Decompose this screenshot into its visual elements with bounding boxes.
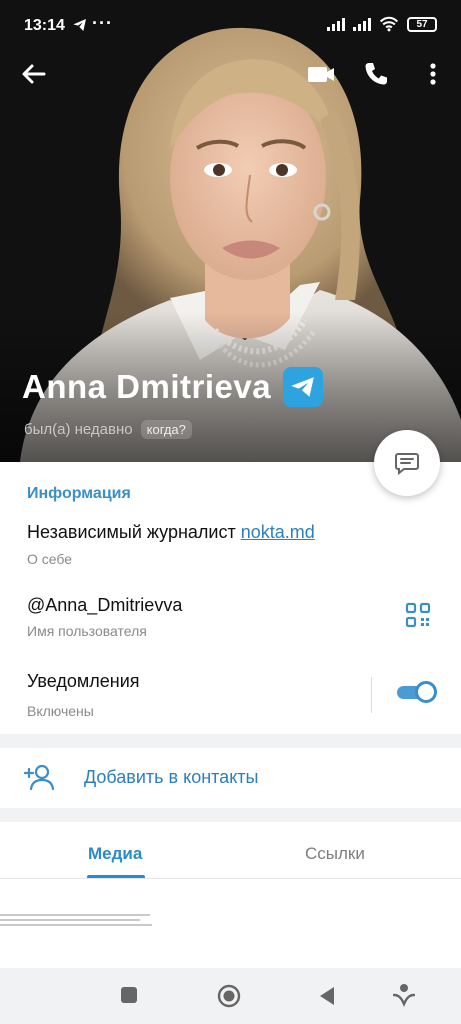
- add-contact-button[interactable]: Добавить в контакты: [0, 748, 461, 808]
- status-bar: 13:14 ··· 57: [0, 0, 461, 52]
- last-seen-text: был(а) недавно: [24, 421, 133, 438]
- assistant-button[interactable]: [392, 983, 416, 1012]
- toggle-knob: [415, 681, 437, 703]
- bio-label: Независимый журналист: [27, 522, 241, 542]
- more-vertical-icon: [430, 63, 436, 85]
- notifications-label[interactable]: Уведомления: [27, 671, 140, 692]
- notifications-state: Включены: [27, 703, 94, 719]
- tab-links[interactable]: Ссылки: [305, 844, 365, 864]
- profile-header: 13:14 ··· 57 Anna Dmitrieva был(а) недав…: [0, 0, 461, 462]
- square-icon: [121, 987, 137, 1003]
- telegram-notification-icon: [72, 17, 88, 38]
- profile-name-row: Anna Dmitrieva: [22, 367, 324, 407]
- triangle-back-icon: [320, 987, 334, 1005]
- profile-name: Anna Dmitrieva: [22, 368, 272, 405]
- more-menu-button[interactable]: [417, 58, 449, 90]
- bio-text: Независимый журналист nokta.md: [27, 522, 315, 543]
- home-circle-icon: [217, 984, 241, 1008]
- top-action-bar: [0, 52, 461, 96]
- tab-media[interactable]: Медиа: [88, 844, 142, 864]
- signal-icon: [327, 17, 345, 31]
- video-call-button[interactable]: [305, 58, 337, 90]
- wifi-icon: [379, 16, 399, 32]
- blurred-content: [0, 914, 155, 932]
- media-tabs: Медиа Ссылки: [0, 822, 461, 968]
- qr-code-icon: [405, 602, 431, 628]
- username-caption: Имя пользователя: [27, 623, 147, 639]
- bio-link[interactable]: nokta.md: [241, 522, 315, 542]
- chat-icon: [395, 453, 419, 476]
- back-nav-button[interactable]: [318, 986, 336, 1011]
- back-button[interactable]: [18, 58, 50, 90]
- clock: 13:14: [24, 17, 65, 34]
- video-camera-icon: [308, 67, 334, 82]
- username-value[interactable]: @Anna_Dmitrievva: [27, 595, 182, 616]
- bio-caption: О себе: [27, 551, 73, 567]
- info-title: Информация: [27, 485, 131, 502]
- assistant-icon: [392, 984, 416, 1008]
- recents-button[interactable]: [120, 986, 138, 1009]
- when-button[interactable]: когда?: [140, 420, 192, 439]
- message-button[interactable]: [374, 430, 440, 496]
- tab-divider: [0, 878, 461, 879]
- phone-icon: [365, 63, 387, 85]
- call-button[interactable]: [360, 58, 392, 90]
- signal-2-icon: [353, 17, 371, 31]
- qr-code-button[interactable]: [405, 602, 431, 633]
- info-section: Информация Независимый журналист nokta.m…: [0, 462, 461, 734]
- notifications-toggle[interactable]: [395, 681, 437, 703]
- system-navigation-bar: [0, 968, 461, 1024]
- add-user-icon: [23, 762, 56, 799]
- arrow-left-icon: [22, 64, 46, 84]
- last-seen-row: был(а) недавно когда?: [24, 420, 192, 439]
- more-notifications-icon: ···: [92, 13, 113, 33]
- divider: [371, 677, 372, 713]
- telegram-badge-icon: [283, 367, 324, 407]
- home-button[interactable]: [217, 984, 241, 1013]
- add-contact-label: Добавить в контакты: [84, 767, 259, 787]
- battery-icon: 57: [407, 16, 437, 32]
